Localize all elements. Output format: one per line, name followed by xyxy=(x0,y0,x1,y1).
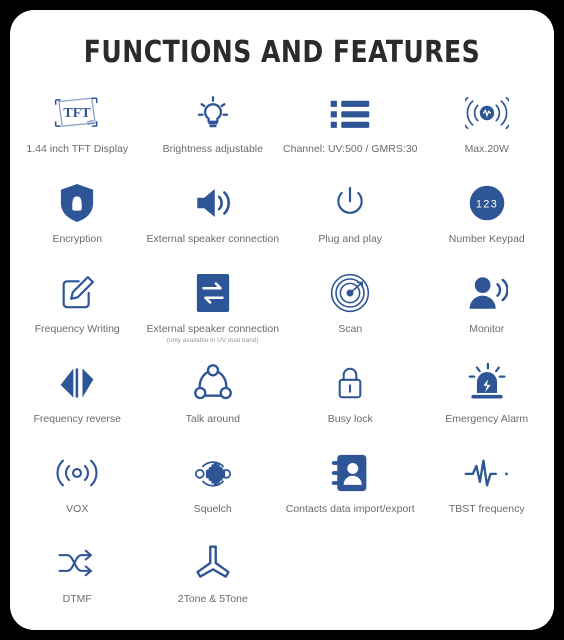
feature-item: Busy lock xyxy=(281,360,419,450)
talk-around-icon xyxy=(192,360,234,406)
feature-label: Monitor xyxy=(469,323,505,335)
feature-item: Frequency Writing xyxy=(10,270,145,360)
tone-branch-icon xyxy=(192,540,234,586)
antenna-power-icon xyxy=(464,90,509,136)
feature-label: 1.44 inch TFT Display xyxy=(26,143,129,155)
feature-item: Plug and play xyxy=(281,180,419,270)
feature-label: TBST frequency xyxy=(448,503,525,515)
feature-label: Scan xyxy=(338,323,363,335)
feature-label: Channel: UV:500 / GMRS:30 xyxy=(283,143,418,155)
shuffle-arrows-icon xyxy=(56,540,98,586)
number-keypad-icon: 123 xyxy=(467,180,507,226)
feature-item: Monitor xyxy=(419,270,554,360)
feature-item: TBST frequency xyxy=(419,450,554,540)
feature-item: 2Tone & 5Tone xyxy=(145,540,282,630)
squelch-icon xyxy=(191,450,235,496)
feature-label: Squelch xyxy=(193,503,232,515)
page-title: FUNCTIONS AND FEATURES xyxy=(83,35,481,70)
svg-text:TFT: TFT xyxy=(64,106,92,121)
feature-label: Contacts data import/export xyxy=(285,503,415,515)
feature-label: Busy lock xyxy=(327,413,373,425)
radar-scan-icon xyxy=(329,270,371,316)
feature-item: Squelch xyxy=(145,450,282,540)
frequency-reverse-icon xyxy=(57,360,97,406)
siren-alarm-icon xyxy=(466,360,508,406)
feature-label: DTMF xyxy=(62,593,92,605)
feature-label: Talk around xyxy=(185,413,240,425)
feature-label: Number Keypad xyxy=(448,233,525,245)
power-button-icon xyxy=(330,180,370,226)
tbst-waveform-icon xyxy=(464,450,510,496)
feature-label: Encryption xyxy=(52,233,103,245)
feature-item: Max.20W xyxy=(419,90,554,180)
light-bulb-icon xyxy=(192,90,234,136)
feature-item: Encryption xyxy=(10,180,145,270)
feature-item: Frequency reverse xyxy=(10,360,145,450)
feature-label: Plug and play xyxy=(318,233,383,245)
feature-item: Talk around xyxy=(145,360,282,450)
feature-label: 2Tone & 5Tone xyxy=(177,593,248,605)
feature-label: Frequency Writing xyxy=(34,323,120,335)
tft-screen-icon: TFT xyxy=(54,90,100,136)
feature-label: VOX xyxy=(66,503,89,515)
feature-item: TFT 1.44 inch TFT Display xyxy=(10,90,145,180)
shield-lock-icon xyxy=(59,180,95,226)
feature-item: Contacts data import/export xyxy=(281,450,419,540)
feature-sublabel: (only available in UV dual band) xyxy=(166,337,259,345)
feature-item: External speaker connection xyxy=(145,180,282,270)
feature-label: External speaker connection xyxy=(146,323,280,335)
vox-wave-icon xyxy=(55,450,99,496)
feature-item: VOX xyxy=(10,450,145,540)
feature-label: Emergency Alarm xyxy=(445,413,529,425)
padlock-icon xyxy=(331,360,369,406)
feature-item: External speaker connection (only availab… xyxy=(145,270,282,360)
feature-item: Scan xyxy=(281,270,419,360)
person-monitor-icon xyxy=(466,270,508,316)
feature-grid: TFT 1.44 inch TFT Display Brightness adjus… xyxy=(10,90,554,630)
pencil-write-icon xyxy=(57,270,97,316)
feature-item: Brightness adjustable xyxy=(145,90,282,180)
feature-label: Frequency reverse xyxy=(33,413,122,425)
feature-label: External speaker connection xyxy=(146,233,280,245)
channel-list-icon xyxy=(329,90,371,136)
feature-item: DTMF xyxy=(10,540,145,630)
svg-text:123: 123 xyxy=(476,199,498,211)
feature-label: Brightness adjustable xyxy=(162,143,263,155)
contacts-book-icon xyxy=(330,450,370,496)
feature-item: Emergency Alarm xyxy=(419,360,554,450)
feature-card: FUNCTIONS AND FEATURES TFT 1.44 inch TFT … xyxy=(10,10,554,630)
feature-label: Max.20W xyxy=(464,143,509,155)
feature-item: 123 Number Keypad xyxy=(419,180,554,270)
speaker-icon xyxy=(192,180,234,226)
transfer-arrows-icon xyxy=(194,270,232,316)
feature-item: Channel: UV:500 / GMRS:30 xyxy=(281,90,419,180)
